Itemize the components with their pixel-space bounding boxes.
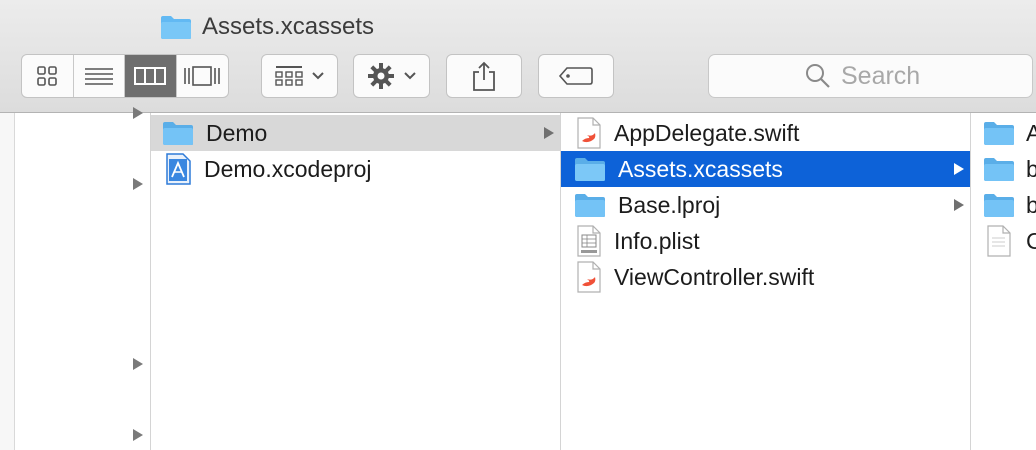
plist-file-icon [577, 225, 601, 257]
cover-flow-icon [184, 66, 221, 86]
tag-icon [558, 67, 593, 85]
chevron-down-icon [403, 72, 416, 80]
list-icon [84, 68, 113, 85]
column-3: A b b C [971, 113, 1036, 450]
disclosure-arrow-icon[interactable] [133, 358, 143, 370]
arrange-button[interactable] [261, 54, 338, 98]
view-mode-control [21, 54, 229, 98]
list-item-label: Demo.xcodeproj [204, 155, 372, 182]
folder-icon [575, 158, 605, 181]
list-item-label: ViewController.swift [614, 263, 815, 290]
list-item[interactable]: A [971, 115, 1036, 151]
disclosure-arrow-icon[interactable] [133, 178, 143, 190]
list-item[interactable]: Demo [151, 115, 560, 151]
share-button[interactable] [446, 54, 522, 98]
list-item-label: C [1026, 227, 1036, 254]
list-item-label: Base.lproj [618, 191, 721, 218]
list-item[interactable]: AppDelegate.swift [561, 115, 970, 151]
search-input[interactable] [841, 61, 936, 91]
window-title: Assets.xcassets [160, 12, 374, 42]
disclosure-arrow-icon [954, 199, 964, 211]
list-item[interactable]: Base.lproj [561, 187, 970, 223]
list-item-label: A [1026, 119, 1036, 146]
share-icon [473, 61, 495, 91]
columns-icon [134, 67, 167, 85]
disclosure-arrow-icon[interactable] [133, 107, 143, 119]
list-item[interactable]: Info.plist [561, 223, 970, 259]
folder-icon [984, 194, 1014, 217]
list-item[interactable]: C [971, 223, 1036, 259]
swift-file-icon [577, 117, 601, 149]
grid-icon [37, 66, 58, 86]
list-item[interactable]: b [971, 151, 1036, 187]
list-item-label: Assets.xcassets [618, 155, 783, 182]
folder-icon [984, 122, 1014, 145]
toolbar: Assets.xcassets [0, 0, 1036, 113]
list-item-label: b [1026, 155, 1036, 182]
list-item-label: Info.plist [614, 227, 700, 254]
disclosure-arrow-icon[interactable] [133, 429, 143, 441]
swift-file-icon [577, 261, 601, 293]
tags-button[interactable] [538, 54, 614, 98]
gear-icon [367, 63, 394, 89]
column-parent [0, 107, 150, 450]
column-view-button[interactable] [125, 55, 177, 97]
column-2: AppDelegate.swift Assets.xcassets Base.l… [561, 113, 970, 450]
chevron-down-icon [311, 72, 324, 80]
list-item[interactable]: ViewController.swift [561, 259, 970, 295]
action-button[interactable] [353, 54, 430, 98]
list-item[interactable]: Demo.xcodeproj [151, 151, 560, 187]
folder-icon [163, 122, 193, 145]
window-title-text: Assets.xcassets [202, 13, 375, 40]
folder-icon [161, 16, 191, 39]
folder-icon [984, 158, 1014, 181]
list-item[interactable]: b [971, 187, 1036, 223]
search-field[interactable] [708, 54, 1033, 98]
list-item-label: b [1026, 191, 1036, 218]
cover-flow-view-button[interactable] [177, 55, 229, 97]
xcodeproj-icon [166, 153, 191, 185]
list-view-button[interactable] [74, 55, 125, 97]
folder-icon [575, 194, 605, 217]
disclosure-arrow-icon [544, 127, 554, 139]
search-icon [806, 64, 830, 88]
arrange-grid-icon [274, 66, 303, 86]
column-1: Demo Demo.xcodeproj [151, 113, 560, 450]
icon-view-button[interactable] [22, 55, 74, 97]
list-item[interactable]: Assets.xcassets [561, 151, 970, 187]
list-item-label: AppDelegate.swift [614, 119, 800, 146]
list-item-label: Demo [206, 119, 268, 146]
disclosure-arrow-icon [954, 163, 964, 175]
column-scroll-edge [0, 113, 15, 450]
generic-file-icon [987, 225, 1011, 257]
